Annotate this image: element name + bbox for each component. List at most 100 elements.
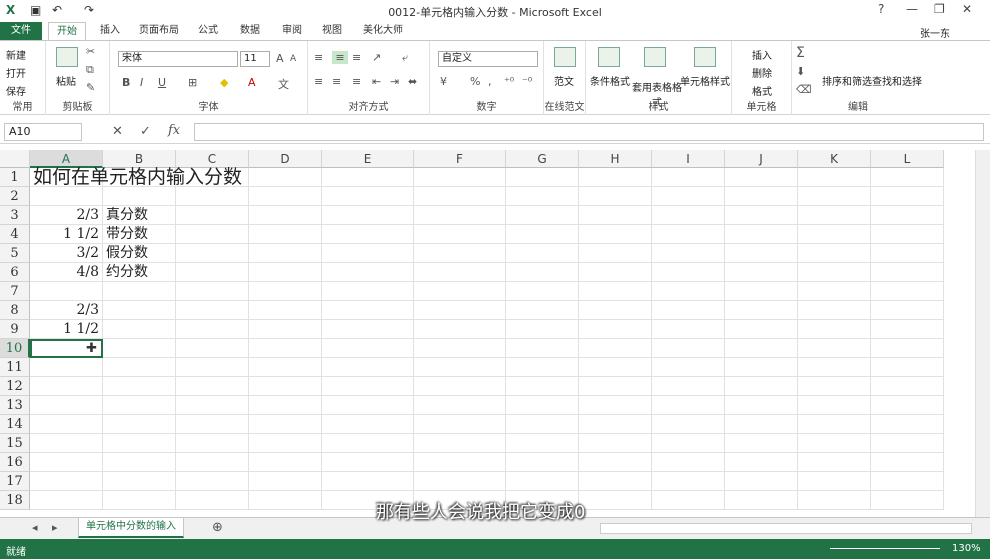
cell-j18[interactable] [725, 491, 798, 510]
cell-c17[interactable] [176, 472, 249, 491]
cell-b5[interactable]: 假分数 [103, 244, 176, 263]
cell-k5[interactable] [798, 244, 871, 263]
cell-k15[interactable] [798, 434, 871, 453]
column-header[interactable]: D [249, 150, 322, 168]
cell-b11[interactable] [103, 358, 176, 377]
cell-c16[interactable] [176, 453, 249, 472]
row-header[interactable]: 11 [0, 358, 30, 377]
sort-filter-button[interactable]: 排序和筛选 [822, 73, 872, 88]
cell-a17[interactable] [30, 472, 103, 491]
cell-i4[interactable] [652, 225, 725, 244]
cell-i6[interactable] [652, 263, 725, 282]
cell-g14[interactable] [506, 415, 579, 434]
cell-h13[interactable] [579, 396, 652, 415]
cell-j13[interactable] [725, 396, 798, 415]
find-select-button[interactable]: 查找和选择 [872, 73, 922, 88]
cell-d16[interactable] [249, 453, 322, 472]
cell-a18[interactable] [30, 491, 103, 510]
row-header[interactable]: 13 [0, 396, 30, 415]
cell-e5[interactable] [322, 244, 414, 263]
cell-i1[interactable] [652, 168, 725, 187]
align-right-icon[interactable]: ≡ [352, 75, 361, 88]
cell-f13[interactable] [414, 396, 506, 415]
cell-f1[interactable] [414, 168, 506, 187]
enter-icon[interactable]: ✓ [140, 124, 151, 139]
border-icon[interactable]: ⊞ [188, 76, 197, 89]
cell-l1[interactable] [871, 168, 944, 187]
percent-button[interactable]: % [470, 75, 480, 88]
row-header[interactable]: 7 [0, 282, 30, 301]
cell-styles-icon[interactable] [694, 47, 716, 67]
cell-h12[interactable] [579, 377, 652, 396]
font-size-select[interactable]: 11 [240, 51, 270, 67]
cell-j3[interactable] [725, 206, 798, 225]
wrap-text-icon[interactable]: ⤶ [402, 51, 408, 65]
row-header[interactable]: 10 [0, 339, 30, 358]
cell-b12[interactable] [103, 377, 176, 396]
cell-h7[interactable] [579, 282, 652, 301]
next-sheet-icon[interactable]: ▸ [52, 521, 58, 534]
cell-j7[interactable] [725, 282, 798, 301]
cell-b15[interactable] [103, 434, 176, 453]
cell-c14[interactable] [176, 415, 249, 434]
row-header[interactable]: 12 [0, 377, 30, 396]
cell-h17[interactable] [579, 472, 652, 491]
cell-b8[interactable] [103, 301, 176, 320]
cell-e6[interactable] [322, 263, 414, 282]
new-button[interactable]: 新建 [6, 47, 26, 62]
cell-f7[interactable] [414, 282, 506, 301]
cell-a7[interactable] [30, 282, 103, 301]
cell-g6[interactable] [506, 263, 579, 282]
font-color-icon[interactable]: A [248, 76, 256, 89]
cell-l12[interactable] [871, 377, 944, 396]
cell-b10[interactable] [103, 339, 176, 358]
tab-formulas[interactable]: 公式 [196, 22, 220, 40]
cell-c18[interactable] [176, 491, 249, 510]
cell-j5[interactable] [725, 244, 798, 263]
cell-g4[interactable] [506, 225, 579, 244]
cell-d11[interactable] [249, 358, 322, 377]
paste-icon[interactable] [56, 47, 78, 67]
cell-a14[interactable] [30, 415, 103, 434]
cell-b2[interactable] [103, 187, 176, 206]
cell-i18[interactable] [652, 491, 725, 510]
cell-f8[interactable] [414, 301, 506, 320]
italic-button[interactable]: I [140, 76, 143, 89]
decrease-decimal-icon[interactable]: ⁻⁰ [522, 75, 532, 88]
cell-l2[interactable] [871, 187, 944, 206]
cell-i2[interactable] [652, 187, 725, 206]
align-left-icon[interactable]: ≡ [314, 75, 323, 88]
select-all-corner[interactable] [0, 150, 30, 168]
increase-indent-icon[interactable]: ⇥ [390, 75, 399, 88]
cell-c4[interactable] [176, 225, 249, 244]
cell-d6[interactable] [249, 263, 322, 282]
cell-a4[interactable]: 1 1/2 [30, 225, 103, 244]
column-header[interactable]: G [506, 150, 579, 168]
row-header[interactable]: 5 [0, 244, 30, 263]
fill-icon[interactable]: ⬇ [796, 65, 805, 78]
cell-k4[interactable] [798, 225, 871, 244]
row-header[interactable]: 2 [0, 187, 30, 206]
cell-f16[interactable] [414, 453, 506, 472]
row-header[interactable]: 18 [0, 491, 30, 510]
cell-i12[interactable] [652, 377, 725, 396]
cell-i3[interactable] [652, 206, 725, 225]
row-header[interactable]: 9 [0, 320, 30, 339]
row-header[interactable]: 16 [0, 453, 30, 472]
column-header[interactable]: F [414, 150, 506, 168]
cell-a6[interactable]: 4/8 [30, 263, 103, 282]
cell-f17[interactable] [414, 472, 506, 491]
underline-button[interactable]: U [158, 76, 166, 89]
cell-k12[interactable] [798, 377, 871, 396]
cell-f5[interactable] [414, 244, 506, 263]
cell-l4[interactable] [871, 225, 944, 244]
cell-j10[interactable] [725, 339, 798, 358]
tab-beautify[interactable]: 美化大师 [362, 22, 404, 40]
template-icon[interactable] [554, 47, 576, 67]
tab-review[interactable]: 审阅 [280, 22, 304, 40]
cell-k16[interactable] [798, 453, 871, 472]
cell-b13[interactable] [103, 396, 176, 415]
cell-d3[interactable] [249, 206, 322, 225]
cell-k17[interactable] [798, 472, 871, 491]
row-header[interactable]: 4 [0, 225, 30, 244]
